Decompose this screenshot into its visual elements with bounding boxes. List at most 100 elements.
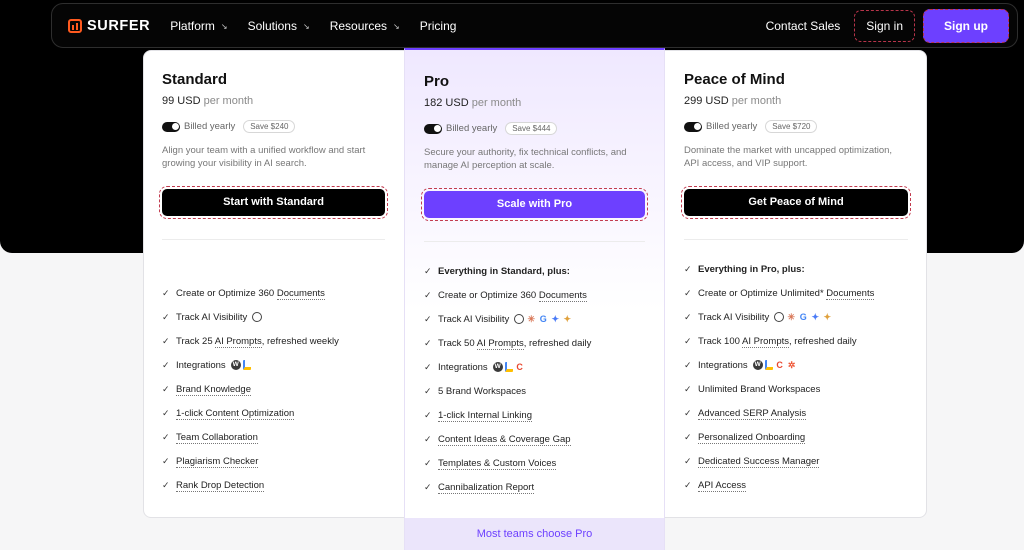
check-icon: ✓: [424, 482, 432, 493]
billing-toggle[interactable]: [162, 121, 180, 132]
feature-text: Rank Drop Detection: [176, 480, 265, 493]
feature-item: ✓ 5 Brand Workspaces: [424, 379, 645, 403]
chatgpt-icon: [774, 312, 785, 323]
billing-toggle[interactable]: [684, 121, 702, 132]
feature-text-pre: Track AI Visibility: [438, 313, 510, 325]
check-icon: ✓: [162, 311, 170, 322]
google-icon: G: [798, 312, 809, 323]
feature-list: ✓ Everything in Pro, plus: ✓ Create or Opti…: [684, 257, 908, 498]
feature-item: ✓ Track AI Visibility ✳ G ✦ ✦: [424, 307, 645, 331]
feature-text: Create or Optimize 360 Documents: [176, 287, 325, 300]
feature-item: ✓ Track AI Visibility: [162, 305, 385, 329]
nav-solutions[interactable]: Solutions ↘: [248, 19, 310, 33]
chatgpt-icon: [252, 312, 263, 323]
feature-item: ✓ Advanced SERP Analysis: [684, 402, 908, 426]
chatgpt-icon: [514, 314, 525, 325]
check-icon: ✓: [684, 287, 692, 298]
feature-text-pre: Integrations: [176, 359, 226, 371]
feature-link[interactable]: Cannibalization Report: [438, 482, 535, 495]
check-icon: ✓: [162, 384, 170, 395]
plan-pro: Pro 182 USD per month Billed yearly Save…: [404, 48, 665, 548]
feature-text-pre: Track AI Visibility: [698, 311, 770, 323]
gemini-icon: ✦: [810, 312, 821, 323]
feature-link[interactable]: Content Ideas & Coverage Gap: [438, 434, 571, 447]
feature-text: Create or Optimize 360 Documents: [438, 289, 587, 302]
nav-resources[interactable]: Resources ↘: [330, 19, 400, 33]
feature-link[interactable]: Team Collaboration: [176, 432, 258, 445]
billing-toggle-row: Billed yearly Save $720: [684, 120, 908, 133]
check-icon: ✓: [424, 337, 432, 348]
feature-link[interactable]: Advanced SERP Analysis: [698, 408, 807, 421]
check-icon: ✓: [162, 359, 170, 370]
feature-link[interactable]: AI Prompts: [742, 335, 790, 348]
feature-link[interactable]: 1-click Internal Linking: [438, 410, 532, 423]
claude-icon: ✳: [526, 314, 537, 325]
feature-text-pre: Create or Optimize Unlimited*: [698, 287, 827, 299]
feature-item: ✓ Content Ideas & Coverage Gap: [424, 428, 645, 452]
feature-item: ✓ Cannibalization Report: [424, 476, 645, 500]
feature-link[interactable]: AI Prompts: [214, 335, 262, 348]
feature-text-pre: Integrations: [438, 361, 488, 373]
contact-sales-link[interactable]: Contact Sales: [766, 19, 841, 33]
check-icon: ✓: [424, 434, 432, 445]
scale-with-pro-button[interactable]: Scale with Pro: [421, 188, 648, 221]
feature-link[interactable]: Brand Knowledge: [176, 384, 251, 397]
google-docs-icon: [764, 360, 773, 371]
surfer-logo[interactable]: SURFER: [68, 18, 150, 34]
get-peace-of-mind-button[interactable]: Get Peace of Mind: [681, 186, 911, 219]
feature-link[interactable]: Documents: [276, 287, 325, 300]
check-icon: ✓: [162, 408, 170, 419]
google-icon: G: [538, 314, 549, 325]
feature-link[interactable]: Documents: [538, 289, 587, 302]
plan-description: Dominate the market with uncapped optimi…: [684, 145, 893, 169]
check-icon: ✓: [162, 456, 170, 467]
icon-group: WC: [492, 362, 525, 373]
feature-link[interactable]: 1-click Content Optimization: [176, 408, 295, 421]
feature-item: ✓ API Access: [684, 474, 908, 498]
feature-text-pre: Track 25: [176, 335, 215, 347]
gemini-alt-icon: ✦: [822, 312, 833, 323]
sign-up-button[interactable]: Sign up: [923, 8, 1009, 43]
feature-text-post: , refreshed daily: [523, 337, 592, 349]
feature-lead: ✓ Everything in Pro, plus:: [684, 257, 908, 281]
contentful-icon: C: [514, 362, 525, 373]
contentful-icon: C: [774, 360, 785, 371]
feature-item: ✓ Track 100 AI Prompts, refreshed daily: [684, 329, 908, 353]
feature-text-pre: Create or Optimize 360: [438, 289, 539, 301]
feature-item: ✓ Unlimited Brand Workspaces: [684, 377, 908, 401]
feature-link[interactable]: AI Prompts: [476, 337, 524, 350]
feature-link[interactable]: Rank Drop Detection: [176, 480, 265, 493]
sign-in-button[interactable]: Sign in: [854, 9, 915, 42]
billing-toggle[interactable]: [424, 123, 442, 134]
nav-pricing[interactable]: Pricing: [420, 19, 457, 33]
feature-text: API Access: [698, 480, 747, 493]
feature-item: ✓ Team Collaboration: [162, 426, 385, 450]
feature-text-pre: Unlimited Brand Workspaces: [698, 384, 821, 396]
nav-platform[interactable]: Platform ↘: [170, 19, 227, 33]
feature-text: Templates & Custom Voices: [438, 458, 557, 471]
start-standard-button[interactable]: Start with Standard: [159, 186, 388, 219]
feature-link[interactable]: Templates & Custom Voices: [438, 458, 557, 471]
plan-description: Align your team with a unified workflow …: [162, 145, 366, 169]
feature-text: Track 100 AI Prompts, refreshed daily: [698, 335, 857, 348]
feature-text: Integrations: [438, 362, 488, 373]
feature-link[interactable]: Plagiarism Checker: [176, 456, 259, 469]
feature-spacer: [162, 257, 385, 281]
feature-link[interactable]: API Access: [698, 480, 747, 493]
feature-link[interactable]: Personalized Onboarding: [698, 432, 806, 445]
check-icon: ✓: [424, 265, 432, 276]
feature-link[interactable]: Dedicated Success Manager: [698, 456, 820, 469]
check-icon: ✓: [684, 335, 692, 346]
feature-text: Advanced SERP Analysis: [698, 408, 807, 421]
feature-link[interactable]: Documents: [826, 287, 875, 300]
divider: [162, 239, 385, 240]
check-icon: ✓: [684, 456, 692, 467]
google-docs-icon: [242, 360, 251, 371]
feature-text: Integrations: [698, 360, 748, 371]
check-icon: ✓: [162, 335, 170, 346]
feature-text-post: , refreshed daily: [789, 335, 857, 347]
claude-icon: ✳: [786, 312, 797, 323]
feature-text: Unlimited Brand Workspaces: [698, 384, 820, 395]
feature-item: ✓ Track 25 AI Prompts, refreshed weekly: [162, 329, 385, 353]
check-icon: ✓: [162, 432, 170, 443]
